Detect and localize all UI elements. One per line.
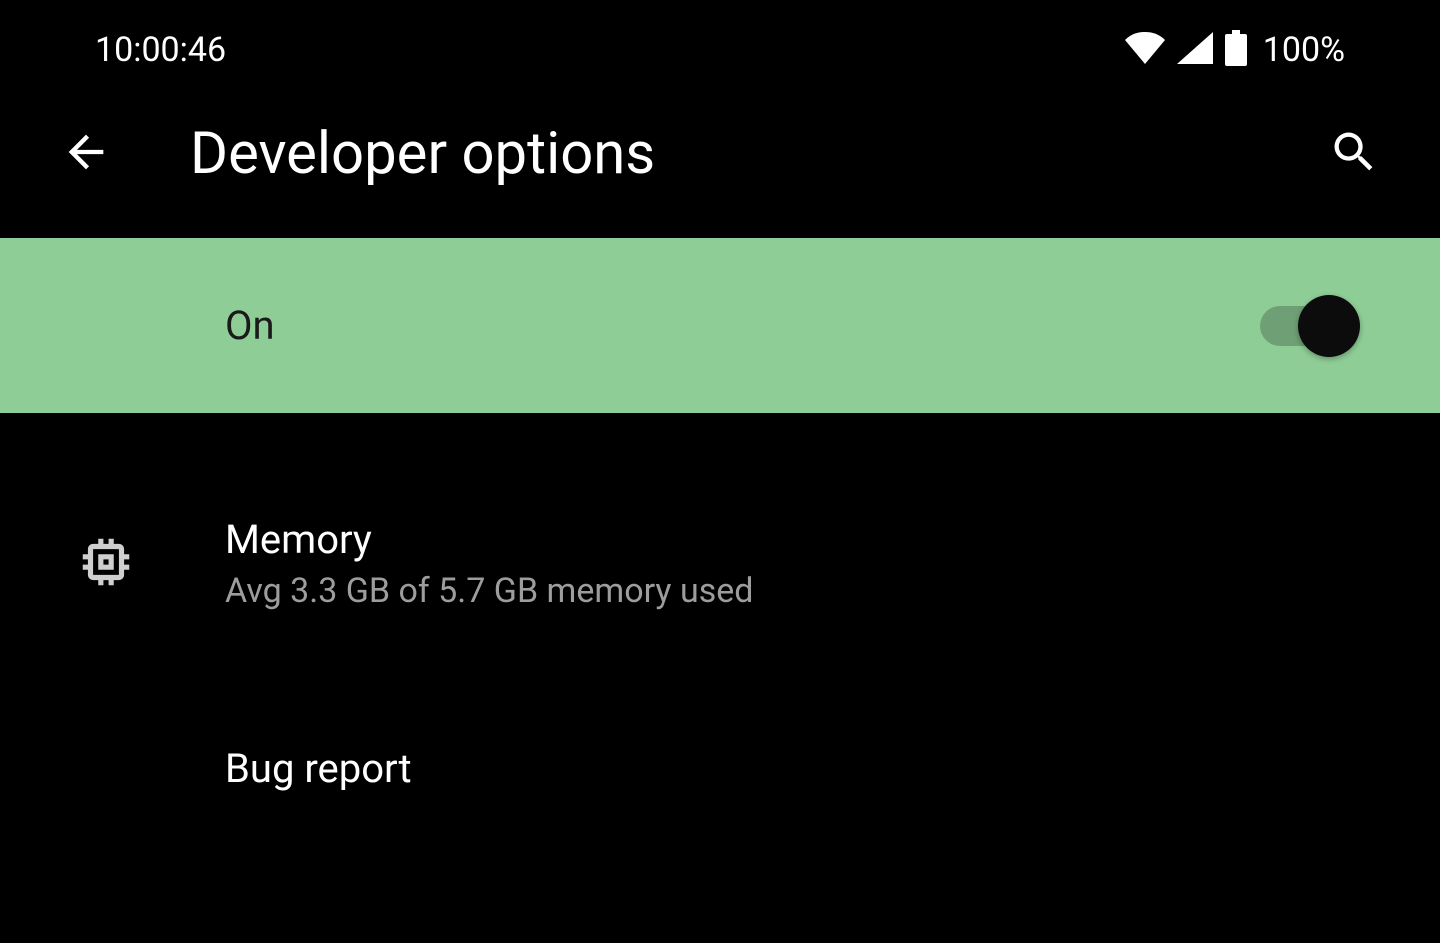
bug-report-title: Bug report [225,745,412,792]
memory-subtitle: Avg 3.3 GB of 5.7 GB memory used [225,571,753,611]
app-bar: Developer options [0,90,1440,238]
memory-chip-icon [75,531,137,597]
page-title: Developer options [190,120,1250,188]
memory-texts: Memory Avg 3.3 GB of 5.7 GB memory used [225,516,753,611]
search-button[interactable] [1328,126,1380,182]
battery-percentage: 100% [1263,30,1345,70]
bug-report-item[interactable]: Bug report [0,707,1440,830]
master-toggle-switch[interactable] [1260,296,1360,356]
status-time: 10:00:46 [95,30,226,70]
bug-report-texts: Bug report [225,745,412,792]
developer-options-master-toggle[interactable]: On [0,238,1440,413]
status-indicators: 100% [1125,30,1345,70]
memory-icon-container [60,531,225,597]
master-toggle-label: On [225,302,275,349]
switch-thumb [1298,295,1360,357]
memory-title: Memory [225,516,753,563]
arrow-left-icon [60,126,112,182]
back-button[interactable] [60,126,112,182]
battery-icon [1225,30,1247,70]
wifi-icon [1125,32,1165,68]
status-bar: 10:00:46 100% [0,0,1440,90]
search-icon [1328,126,1380,182]
memory-item[interactable]: Memory Avg 3.3 GB of 5.7 GB memory used [0,478,1440,649]
cellular-icon [1177,32,1213,68]
